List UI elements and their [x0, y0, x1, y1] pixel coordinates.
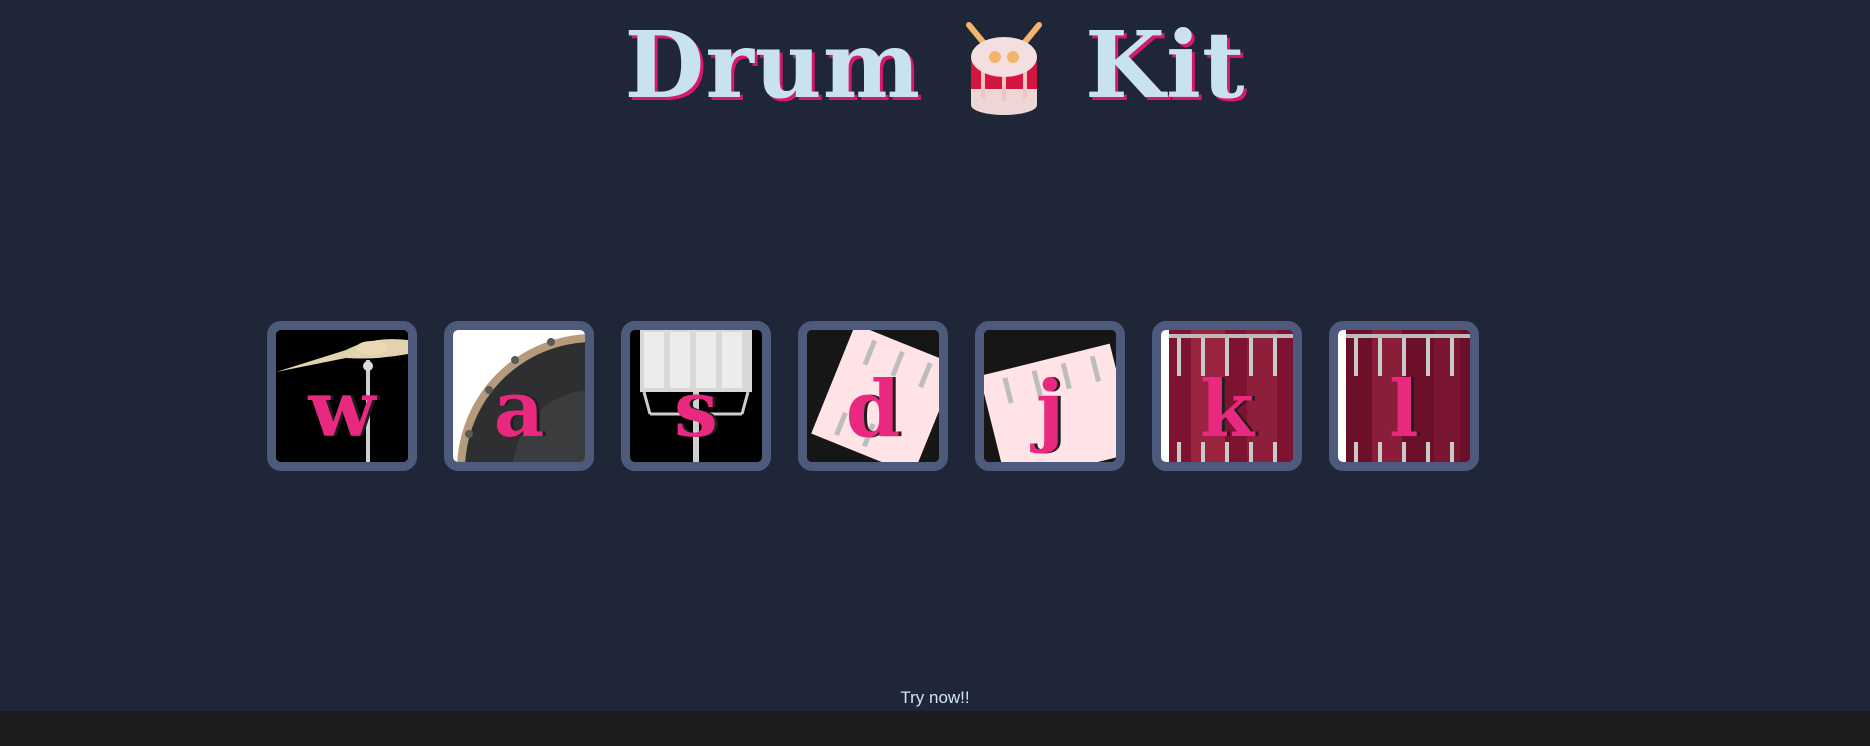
drum-buttons: w a s d j k l [267, 321, 1479, 471]
drum-button-k[interactable]: k [1152, 321, 1302, 471]
drum-button-a[interactable]: a [444, 321, 594, 471]
drum-emoji-icon [966, 22, 1043, 115]
drum-button-d[interactable]: d [798, 321, 948, 471]
title-word-kit: Kit [1085, 11, 1246, 119]
drum-key-a: a [493, 364, 545, 455]
drum-key-s: s [674, 364, 718, 455]
page-title: Drum Kit [0, 0, 1870, 130]
drum-button-j[interactable]: j [975, 321, 1125, 471]
drum-key-j: j [1035, 364, 1065, 455]
drum-key-w: w [308, 364, 376, 455]
try-now-text: Try now!! [900, 688, 970, 707]
footer-bar [0, 711, 1870, 746]
drum-key-l: l [1389, 364, 1419, 455]
drum-button-s[interactable]: s [621, 321, 771, 471]
drum-button-w[interactable]: w [267, 321, 417, 471]
drum-button-l[interactable]: l [1329, 321, 1479, 471]
drum-key-d: d [845, 364, 901, 455]
title-word-drum: Drum [624, 11, 922, 119]
drum-key-k: k [1199, 364, 1255, 455]
